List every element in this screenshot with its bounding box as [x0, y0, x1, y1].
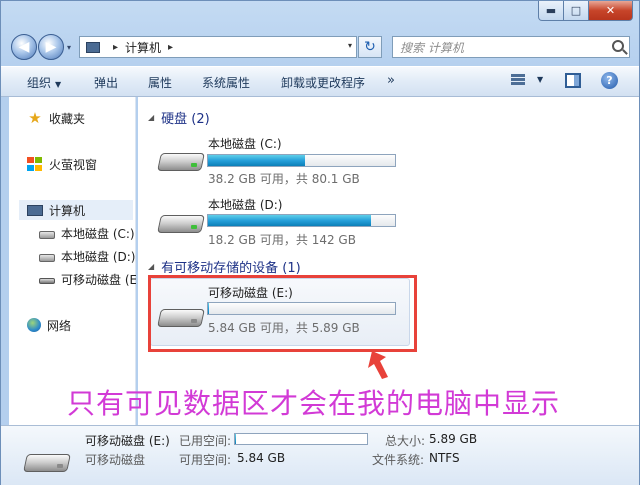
- hard-drive-icon[interactable]: [157, 145, 205, 175]
- system-properties-button[interactable]: 系统属性: [202, 74, 250, 91]
- search-input[interactable]: 搜索 计算机: [392, 36, 630, 58]
- properties-button[interactable]: 属性: [148, 74, 172, 91]
- drive-d-info: 18.2 GB 可用，共 142 GB: [208, 233, 356, 247]
- details-free-value: 5.84 GB: [237, 451, 286, 465]
- search-icon[interactable]: [612, 40, 624, 52]
- search-placeholder: 搜索 计算机: [400, 40, 464, 55]
- sidebar-item-label: 火萤视窗: [49, 157, 98, 172]
- minimize-button[interactable]: ▬: [538, 1, 564, 21]
- usage-fill: [208, 155, 306, 166]
- sidebar-item-network[interactable]: 网络: [27, 315, 153, 335]
- details-used-label: 已用空间:: [179, 434, 232, 448]
- details-drive-type: 可移动磁盘: [85, 453, 146, 467]
- computer-icon: [27, 205, 43, 216]
- sidebar-item-favorites[interactable]: ★ 收藏夹: [27, 108, 153, 128]
- navigation-pane: ★ 收藏夹 火萤视窗 计算机 本地磁盘 (C:) 本地磁盘 (D:) 可移动磁盘…: [9, 97, 136, 425]
- group-header-hdd[interactable]: ◢ 硬盘 (2): [148, 108, 210, 127]
- drive-d-usage-bar: [207, 214, 396, 227]
- organize-label: 组织: [27, 76, 52, 90]
- hard-drive-icon[interactable]: [157, 207, 205, 237]
- drive-c-name[interactable]: 本地磁盘 (C:): [208, 135, 282, 152]
- preview-pane-icon[interactable]: [565, 73, 581, 88]
- refresh-button[interactable]: ↻: [358, 36, 382, 58]
- change-view-icon[interactable]: [511, 73, 527, 89]
- close-button[interactable]: ✕: [589, 1, 633, 21]
- breadcrumb-separator[interactable]: ▸: [113, 42, 118, 53]
- details-pane: 可移动磁盘 (E:) 可移动磁盘 已用空间: 可用空间: 5.84 GB 总大小…: [1, 425, 639, 485]
- organize-button[interactable]: 组织 ▼: [27, 74, 61, 91]
- sidebar-item-label: 可移动磁盘 (E: [61, 272, 136, 287]
- details-free-label: 可用空间:: [179, 453, 232, 467]
- sidebar-item-computer[interactable]: 计算机: [19, 200, 133, 220]
- eject-button[interactable]: 弹出: [94, 74, 118, 91]
- sidebar-item-huorong[interactable]: 火萤视窗: [27, 154, 153, 174]
- collapse-icon[interactable]: ◢: [148, 113, 154, 122]
- group-label: 硬盘 (2): [161, 112, 210, 127]
- usage-fill: [208, 215, 371, 226]
- forward-button[interactable]: ▶: [38, 34, 64, 60]
- breadcrumb-separator-2[interactable]: ▸: [168, 42, 173, 53]
- highlight-box: [148, 275, 417, 352]
- details-total-value: 5.89 GB: [429, 432, 478, 446]
- hard-drive-icon: [39, 230, 55, 239]
- back-button[interactable]: ◀: [11, 34, 37, 60]
- address-dropdown-icon[interactable]: ▾: [348, 41, 352, 50]
- group-header-removable[interactable]: ◢ 有可移动存储的设备 (1): [148, 257, 301, 276]
- removable-drive-icon: [39, 278, 55, 284]
- usage-fill: [235, 434, 237, 444]
- drive-c-usage-bar: [207, 154, 396, 167]
- drive-c-info: 38.2 GB 可用，共 80.1 GB: [208, 172, 360, 186]
- star-icon: ★: [28, 109, 42, 127]
- breadcrumb-computer[interactable]: 计算机: [125, 39, 161, 56]
- details-usage-bar: [234, 433, 368, 445]
- address-bar[interactable]: ▸ 计算机 ▸ ▾: [79, 36, 357, 58]
- details-drive-name: 可移动磁盘 (E:): [85, 434, 170, 448]
- sidebar-item-label: 本地磁盘 (D:): [61, 249, 136, 264]
- details-total-label: 总大小:: [385, 434, 426, 448]
- collapse-icon[interactable]: ◢: [148, 262, 154, 271]
- annotation-text: 只有可见数据区才会在我的电脑中显示: [67, 387, 561, 420]
- hard-drive-icon: [39, 253, 55, 262]
- view-options-dropdown[interactable]: ▼: [537, 75, 543, 84]
- help-icon[interactable]: ?: [601, 72, 618, 89]
- removable-drive-icon: [23, 446, 71, 476]
- annotation-arrow: [368, 351, 388, 379]
- details-fs-value: NTFS: [429, 451, 460, 465]
- windows-icon: [27, 157, 43, 171]
- recent-pages-dropdown[interactable]: ▾: [67, 43, 71, 52]
- details-fs-label: 文件系统:: [372, 453, 425, 467]
- sidebar-item-label: 本地磁盘 (C:): [61, 226, 135, 241]
- network-icon: [27, 318, 41, 332]
- more-commands-button[interactable]: »: [387, 73, 395, 88]
- drive-d-name[interactable]: 本地磁盘 (D:): [208, 196, 282, 213]
- sidebar-item-label: 收藏夹: [49, 111, 86, 126]
- sidebar-item-drive-e[interactable]: 可移动磁盘 (E: [39, 269, 136, 289]
- group-label: 有可移动存储的设备 (1): [161, 261, 301, 276]
- uninstall-button[interactable]: 卸载或更改程序: [281, 74, 365, 91]
- chevron-down-icon: ▼: [55, 80, 62, 89]
- sidebar-item-label: 网络: [47, 318, 72, 333]
- computer-icon: [86, 41, 100, 53]
- maximize-button[interactable]: □: [564, 1, 589, 21]
- caption-buttons: ▬ □ ✕: [538, 1, 633, 21]
- explorer-window: ▬ □ ✕ ◀ ▶ ▾ ▸ 计算机 ▸ ▾ ↻ 搜索 计算机 组织 ▼ 弹出 属性…: [0, 0, 640, 485]
- sidebar-item-label: 计算机: [49, 203, 86, 218]
